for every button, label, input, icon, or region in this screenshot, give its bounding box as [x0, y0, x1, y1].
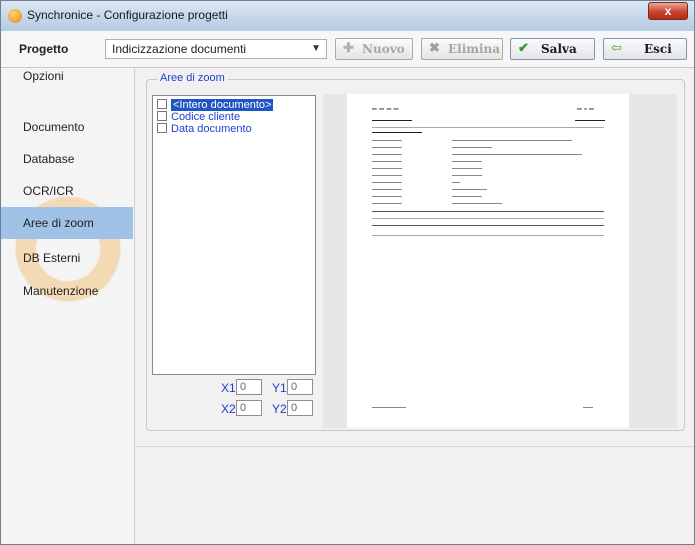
title-bar[interactable]: Synchronice - Configurazione progetti x	[1, 1, 694, 31]
config-window: Synchronice - Configurazione progetti x …	[0, 0, 695, 545]
check-icon: ✔	[518, 41, 529, 56]
zoom-areas-group: Aree di zoom <Intero documento> Codice c…	[146, 72, 685, 431]
list-item[interactable]: <Intero documento>	[157, 99, 274, 111]
content-area: Aree di zoom <Intero documento> Codice c…	[135, 68, 694, 544]
list-item[interactable]: Data documento	[157, 123, 252, 135]
sidebar: Opzioni Documento Database OCR/ICR Aree …	[1, 68, 135, 544]
zoom-group-title: Aree di zoom	[157, 72, 228, 84]
exit-button[interactable]: ⇦ Esci	[603, 38, 687, 60]
exit-icon: ⇦	[611, 41, 622, 56]
checkbox[interactable]	[157, 123, 167, 133]
close-icon: x	[664, 4, 672, 18]
toolbar: Progetto Indicizzazione documenti ▼ ✚ Nu…	[1, 31, 694, 68]
sidebar-item-manutenzione[interactable]: Manutenzione	[1, 275, 133, 307]
document-preview[interactable]: ▬▬ ▬▬ ▬▬ ▬▬ ▬▬ ▬ ▬▬	[323, 94, 677, 428]
sidebar-item-aree-di-zoom[interactable]: Aree di zoom	[1, 207, 133, 239]
x-icon: ✖	[429, 41, 440, 56]
y1-label: Y1	[272, 381, 287, 395]
x1-input[interactable]: 0	[236, 379, 262, 395]
y1-input[interactable]: 0	[287, 379, 313, 395]
sidebar-item-ocr-icr[interactable]: OCR/ICR	[1, 175, 133, 207]
x2-input[interactable]: 0	[236, 400, 262, 416]
app-icon	[8, 9, 22, 23]
x2-label: X2	[221, 402, 236, 416]
x1-label: X1	[221, 381, 236, 395]
zoom-area-list[interactable]: <Intero documento> Codice cliente Data d…	[152, 95, 316, 375]
checkbox[interactable]	[157, 111, 167, 121]
project-select[interactable]: Indicizzazione documenti ▼	[105, 39, 327, 59]
project-select-value: Indicizzazione documenti	[112, 42, 247, 56]
y2-label: Y2	[272, 402, 287, 416]
sidebar-item-database[interactable]: Database	[1, 143, 133, 175]
chevron-down-icon: ▼	[311, 43, 321, 54]
new-button[interactable]: ✚ Nuovo	[335, 38, 413, 60]
sidebar-item-db-esterni[interactable]: DB Esterni	[1, 242, 133, 274]
sidebar-item-documento[interactable]: Documento	[1, 111, 133, 143]
y2-input[interactable]: 0	[287, 400, 313, 416]
bottom-panel	[135, 446, 694, 544]
document-page-image: ▬▬ ▬▬ ▬▬ ▬▬ ▬▬ ▬ ▬▬	[347, 94, 629, 428]
window-title: Synchronice - Configurazione progetti	[27, 8, 228, 22]
plus-icon: ✚	[343, 41, 354, 56]
save-button[interactable]: ✔ Salva	[510, 38, 595, 60]
close-button[interactable]: x	[648, 2, 688, 20]
delete-button[interactable]: ✖ Elimina	[421, 38, 503, 60]
sidebar-item-opzioni[interactable]: Opzioni	[1, 68, 133, 92]
project-label: Progetto	[19, 42, 69, 56]
list-item[interactable]: Codice cliente	[157, 111, 240, 123]
checkbox[interactable]	[157, 99, 167, 109]
